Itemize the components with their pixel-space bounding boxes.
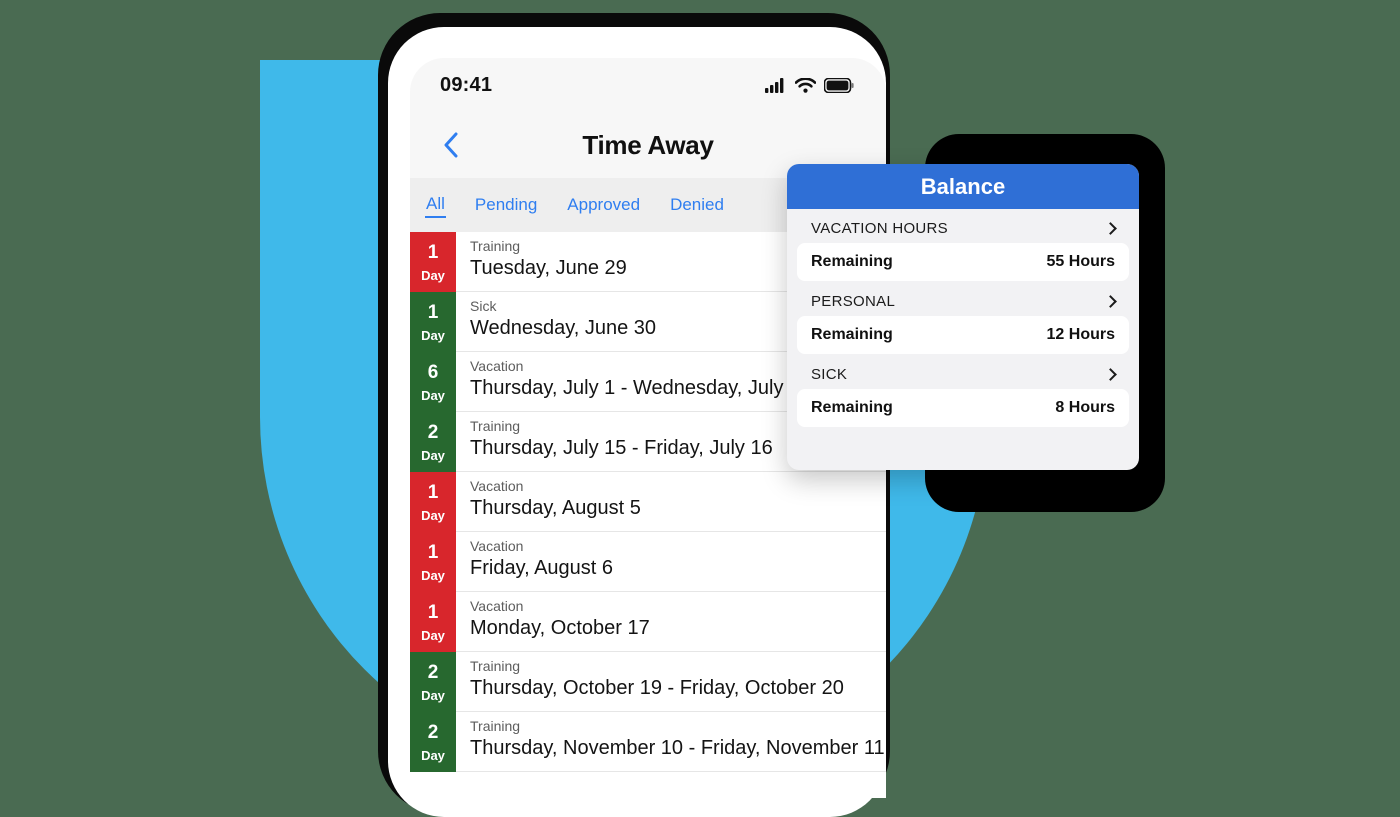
balance-group: PERSONAL Remaining 12 Hours xyxy=(797,290,1129,354)
day-count-value: 1 xyxy=(427,601,439,623)
day-count-value: 1 xyxy=(427,541,439,563)
day-count-value: 1 xyxy=(427,481,439,503)
day-count-badge: 1 Day xyxy=(410,532,456,592)
chevron-left-icon xyxy=(444,132,458,158)
balance-group: SICK Remaining 8 Hours xyxy=(797,363,1129,427)
day-unit-label: Day xyxy=(421,507,445,523)
request-row-body: Vacation Thursday, August 5 xyxy=(456,472,886,532)
tab-approved[interactable]: Approved xyxy=(566,193,641,217)
request-row-body: Vacation Monday, October 17 xyxy=(456,592,886,652)
day-unit-label: Day xyxy=(421,387,445,403)
request-row[interactable]: 1 Day Vacation Monday, October 17 xyxy=(410,592,886,652)
tab-all[interactable]: All xyxy=(425,192,446,218)
balance-remaining-row: Remaining 55 Hours xyxy=(797,243,1129,281)
day-unit-label: Day xyxy=(421,627,445,643)
day-count-badge: 1 Day xyxy=(410,292,456,352)
balance-category-header[interactable]: SICK xyxy=(797,363,1129,389)
balance-remaining-label: Remaining xyxy=(811,326,893,343)
day-unit-label: Day xyxy=(421,687,445,703)
balance-panel-title: Balance xyxy=(920,173,1006,199)
balance-remaining-value: 55 Hours xyxy=(1046,253,1115,270)
day-count-badge: 6 Day xyxy=(410,352,456,412)
day-count-badge: 2 Day xyxy=(410,712,456,772)
battery-icon xyxy=(824,77,854,93)
day-count-badge: 1 Day xyxy=(410,232,456,292)
day-count-value: 2 xyxy=(427,721,439,743)
day-count-value: 2 xyxy=(427,661,439,683)
balance-group: VACATION HOURS Remaining 55 Hours xyxy=(797,217,1129,281)
day-unit-label: Day xyxy=(421,447,445,463)
request-row[interactable]: 1 Day Vacation Thursday, August 5 xyxy=(410,472,886,532)
balance-category-header[interactable]: VACATION HOURS xyxy=(797,217,1129,243)
balance-remaining-row: Remaining 8 Hours xyxy=(797,389,1129,427)
day-count-badge: 1 Day xyxy=(410,592,456,652)
cellular-signal-icon xyxy=(765,77,784,93)
day-count-value: 2 xyxy=(427,421,439,443)
balance-panel: Balance VACATION HOURS Remaining 55 Hours P… xyxy=(787,164,1139,470)
balance-category-header[interactable]: PERSONAL xyxy=(797,290,1129,316)
request-type-label: Training xyxy=(470,658,521,674)
day-unit-label: Day xyxy=(421,267,445,283)
balance-remaining-value: 8 Hours xyxy=(1055,399,1115,416)
balance-remaining-value: 12 Hours xyxy=(1046,326,1115,343)
request-row-body: Vacation Friday, August 6 xyxy=(456,532,886,592)
status-icons xyxy=(765,77,854,93)
back-button[interactable] xyxy=(436,130,466,160)
page-title: Time Away xyxy=(582,129,714,160)
balance-category-label: SICK xyxy=(811,366,848,383)
status-bar: 09:41 xyxy=(410,58,886,112)
request-dates-label: Friday, August 6 xyxy=(470,556,614,579)
request-dates-label: Monday, October 17 xyxy=(470,616,650,639)
request-type-label: Vacation xyxy=(470,538,524,554)
day-unit-label: Day xyxy=(421,567,445,583)
tab-pending[interactable]: Pending xyxy=(474,193,538,217)
request-dates-label: Thursday, October 19 - Friday, October 2… xyxy=(470,676,844,699)
day-unit-label: Day xyxy=(421,327,445,343)
balance-remaining-label: Remaining xyxy=(811,399,893,416)
status-time: 09:41 xyxy=(440,73,493,96)
day-count-badge: 1 Day xyxy=(410,472,456,532)
day-count-value: 1 xyxy=(427,301,439,323)
balance-category-label: PERSONAL xyxy=(811,293,896,310)
request-type-label: Vacation xyxy=(470,478,524,494)
balance-panel-body: VACATION HOURS Remaining 55 Hours PERSONAL R… xyxy=(787,209,1139,437)
day-count-badge: 2 Day xyxy=(410,412,456,472)
chevron-right-icon xyxy=(1104,368,1117,381)
day-count-badge: 2 Day xyxy=(410,652,456,712)
balance-category-label: VACATION HOURS xyxy=(811,220,948,237)
request-dates-label: Thursday, November 10 - Friday, November… xyxy=(470,736,885,759)
balance-remaining-label: Remaining xyxy=(811,253,893,270)
balance-remaining-row: Remaining 12 Hours xyxy=(797,316,1129,354)
day-count-value: 6 xyxy=(427,361,439,383)
day-count-value: 1 xyxy=(427,241,439,263)
request-row-body: Training Thursday, November 10 - Friday, … xyxy=(456,712,886,772)
request-type-label: Vacation xyxy=(470,598,524,614)
request-row-body: Training Thursday, October 19 - Friday, O… xyxy=(456,652,886,712)
request-row[interactable]: 1 Day Vacation Friday, August 6 xyxy=(410,532,886,592)
composition-stage: 09:41 Time Away All Pending Approved Den… xyxy=(0,0,1400,817)
balance-panel-header: Balance xyxy=(787,164,1139,209)
chevron-right-icon xyxy=(1104,295,1117,308)
day-unit-label: Day xyxy=(421,747,445,763)
wifi-icon xyxy=(795,77,816,93)
request-row[interactable]: 2 Day Training Thursday, November 10 - Frid… xyxy=(410,712,886,772)
request-dates-label: Thursday, August 5 xyxy=(470,496,641,519)
request-row[interactable]: 2 Day Training Thursday, October 19 - Frida… xyxy=(410,652,886,712)
tab-denied[interactable]: Denied xyxy=(669,193,725,217)
request-type-label: Training xyxy=(470,718,521,734)
chevron-right-icon xyxy=(1104,222,1117,235)
